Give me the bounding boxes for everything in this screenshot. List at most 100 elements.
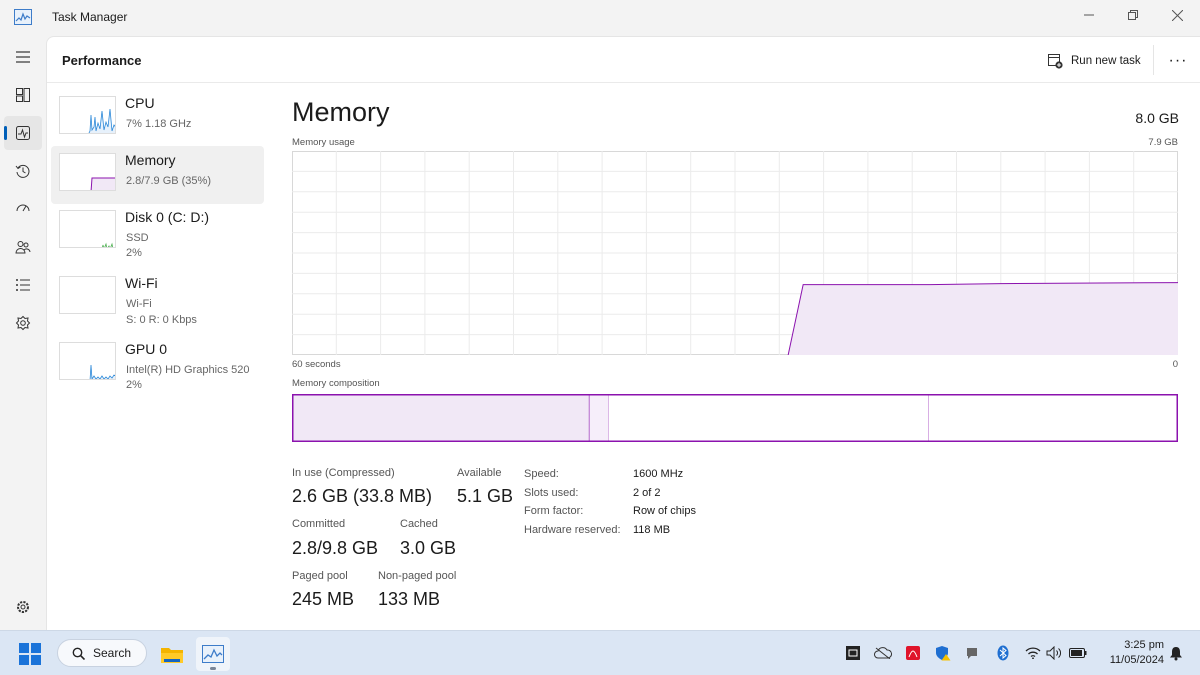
spec-label: Form factor: (524, 505, 584, 517)
detail-title: Memory (292, 97, 390, 127)
windows-logo-icon (19, 643, 29, 653)
clock-date: 11/05/2024 (1109, 654, 1164, 666)
resource-detail: Intel(R) HD Graphics 520 (126, 364, 250, 376)
services-icon (15, 315, 31, 331)
minimize-icon (1084, 14, 1094, 16)
message-icon (967, 648, 977, 659)
resource-item-memory[interactable]: Memory 2.8/7.9 GB (35%) (51, 146, 264, 204)
app-history-icon (15, 164, 30, 178)
run-new-task-label: Run new task (1071, 55, 1141, 67)
search-icon (72, 647, 85, 660)
nav-menu-button[interactable] (4, 40, 42, 74)
memory-usage-area (788, 282, 1178, 355)
wifi-icon (1025, 647, 1041, 659)
nav-details[interactable] (4, 268, 42, 302)
nav-performance[interactable] (4, 116, 42, 150)
nav-settings[interactable] (4, 590, 42, 624)
composition-modified[interactable] (588, 394, 609, 442)
memory-composition-bar (292, 394, 1178, 442)
stat-value: 3.0 GB (400, 538, 457, 558)
tray-app-icon[interactable] (843, 643, 863, 663)
speaker-icon (1046, 646, 1061, 660)
minimize-button[interactable] (1066, 0, 1112, 30)
cpu-mini-graph (59, 96, 116, 134)
tray-security[interactable] (933, 643, 953, 663)
taskbar-search[interactable]: Search (57, 639, 147, 667)
resource-item-disk[interactable]: Disk 0 (C: D:) SSD 2% (51, 203, 264, 261)
search-label: Search (93, 646, 132, 660)
composition-free[interactable] (928, 395, 1177, 441)
nav-app-history[interactable] (4, 154, 42, 188)
more-options-icon: ··· (1168, 52, 1188, 69)
spec-value: 2 of 2 (633, 487, 661, 499)
nav-startup-apps[interactable] (4, 192, 42, 226)
taskbar-clock[interactable]: 3:25 pm 11/05/2024 (1094, 638, 1164, 668)
tray-onedrive[interactable] (873, 643, 893, 663)
taskbar-task-manager[interactable] (196, 637, 230, 671)
taskbar-file-explorer[interactable] (155, 637, 189, 671)
composition-standby[interactable] (608, 395, 929, 441)
tray-notifications-bell[interactable] (1166, 643, 1186, 663)
stat-value: 245 MB (292, 589, 355, 609)
page-title: Performance (62, 53, 142, 68)
nav-processes[interactable] (4, 78, 42, 112)
stat-label: Paged pool (292, 570, 348, 582)
tray-battery[interactable] (1068, 643, 1088, 663)
resource-name: Memory (125, 152, 176, 168)
composition-in-use[interactable] (293, 395, 590, 441)
users-icon (15, 241, 31, 254)
run-new-task-icon (1048, 54, 1063, 69)
close-icon (1171, 9, 1183, 21)
resource-detail: SSD (126, 232, 149, 244)
resource-item-gpu[interactable]: GPU 0 Intel(R) HD Graphics 520 2% (51, 335, 264, 393)
details-icon (16, 279, 30, 291)
spec-value: Row of chips (633, 505, 696, 517)
resource-name: Wi-Fi (125, 275, 158, 291)
stat-label: In use (Compressed) (292, 467, 395, 479)
tray-notification[interactable] (962, 643, 982, 663)
spec-value: 118 MB (633, 524, 671, 536)
nav-users[interactable] (4, 230, 42, 264)
disk-mini-graph (59, 210, 116, 248)
stat-label: Cached (400, 518, 438, 530)
taskbar: Search 3:25 pm 11/05/2024 (0, 630, 1200, 675)
title-bar: Task Manager (0, 0, 1200, 36)
hamburger-icon (16, 51, 30, 63)
resource-detail: 2.8/7.9 GB (35%) (126, 175, 211, 187)
header-divider (1153, 45, 1154, 75)
gear-icon (17, 601, 29, 613)
tray-volume[interactable] (1045, 643, 1065, 663)
cloud-offline-icon (874, 647, 892, 659)
clock-time: 3:25 pm (1124, 639, 1164, 651)
memory-total: 8.0 GB (1135, 110, 1179, 126)
graph-time-right: 0 (1172, 359, 1178, 370)
processes-icon (16, 88, 30, 102)
more-options-button[interactable]: ··· (1165, 49, 1191, 73)
wifi-mini-graph (59, 276, 116, 314)
start-button[interactable] (19, 643, 41, 665)
startup-apps-icon (16, 204, 30, 212)
stat-value: 2.8/9.8 GB (292, 538, 379, 558)
tray-bluetooth[interactable] (993, 643, 1013, 663)
spec-label: Hardware reserved: (524, 524, 621, 536)
tray-wifi[interactable] (1023, 643, 1043, 663)
restore-button[interactable] (1110, 0, 1156, 30)
close-button[interactable] (1154, 0, 1200, 30)
resource-detail-2: S: 0 R: 0 Kbps (126, 314, 197, 326)
terminal-app-icon (846, 646, 860, 660)
memory-mini-graph (59, 153, 116, 191)
resource-detail-2: 2% (126, 379, 142, 391)
battery-icon (1069, 648, 1087, 658)
resource-name: GPU 0 (125, 341, 168, 357)
run-new-task-button[interactable]: Run new task (1047, 49, 1141, 73)
spec-label: Slots used: (524, 487, 579, 499)
gpu-mini-graph (59, 342, 116, 380)
bell-icon (1170, 646, 1182, 660)
nav-services[interactable] (4, 306, 42, 340)
tray-pdf-app[interactable] (903, 643, 923, 663)
resource-item-wifi[interactable]: Wi-Fi Wi-Fi S: 0 R: 0 Kbps (51, 269, 264, 327)
main-panel: Performance Run new task ··· CPU 7% 1.18… (46, 36, 1200, 630)
resource-item-cpu[interactable]: CPU 7% 1.18 GHz (51, 89, 264, 147)
resource-detail: 7% 1.18 GHz (126, 118, 192, 130)
shield-warning-icon (936, 646, 951, 661)
